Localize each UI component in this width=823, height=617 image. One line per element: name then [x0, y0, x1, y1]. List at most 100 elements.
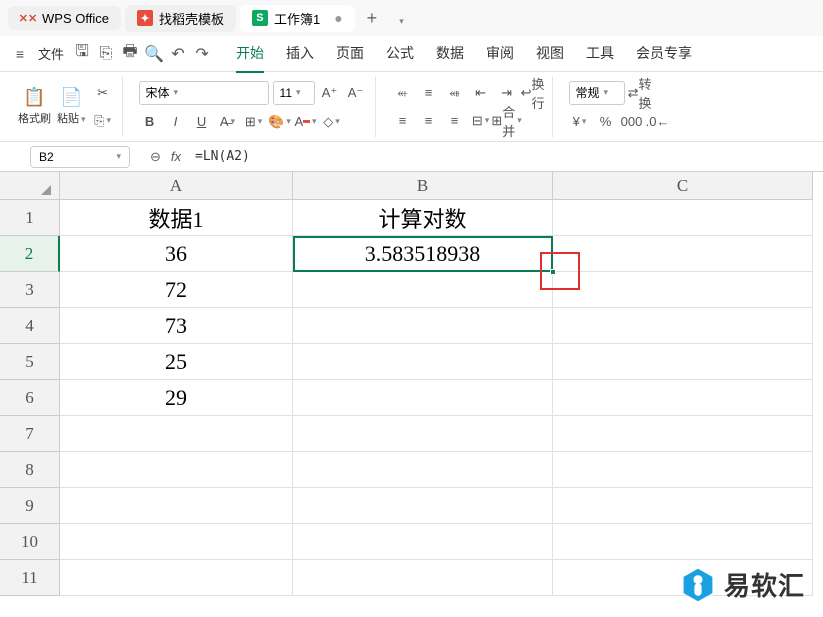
col-header-c[interactable]: C [553, 172, 813, 200]
font-color-button[interactable]: A [295, 111, 317, 133]
row-header[interactable]: 10 [0, 524, 60, 560]
align-bottom-button[interactable]: ⬵ [444, 82, 466, 104]
cell[interactable] [60, 488, 293, 524]
cancel-formula-icon[interactable]: ⊖ [150, 149, 161, 165]
increase-font-button[interactable]: A⁺ [319, 82, 341, 104]
row-header[interactable]: 9 [0, 488, 60, 524]
wrap-text-button[interactable]: ↩换行 [522, 82, 544, 104]
cell-b1[interactable]: 计算对数 [293, 200, 553, 236]
cell-a4[interactable]: 73 [60, 308, 293, 344]
strikethrough-button[interactable]: A̶ [217, 111, 239, 133]
font-size-select[interactable]: 11 ▾ [273, 81, 315, 105]
col-header-a[interactable]: A [60, 172, 293, 200]
app-home-tab[interactable]: ✕✕ WPS Office [8, 6, 121, 30]
row-header[interactable]: 5 [0, 344, 60, 380]
row-header[interactable]: 3 [0, 272, 60, 308]
cell[interactable] [60, 524, 293, 560]
cell[interactable] [293, 452, 553, 488]
cut-button[interactable]: ✂ [92, 82, 114, 104]
row-header[interactable]: 7 [0, 416, 60, 452]
file-menu[interactable]: 文件 [34, 44, 68, 63]
paste-button[interactable]: 📄 粘贴 [57, 87, 86, 126]
cell-b3[interactable] [293, 272, 553, 308]
cell[interactable] [60, 560, 293, 596]
cell[interactable] [553, 524, 813, 560]
tab-review[interactable]: 审阅 [486, 35, 514, 73]
fx-icon[interactable]: fx [171, 149, 181, 164]
tab-formula[interactable]: 公式 [386, 35, 414, 73]
row-header[interactable]: 2 [0, 236, 60, 272]
name-box[interactable]: B2 ▾ [30, 146, 130, 168]
cell-a5[interactable]: 25 [60, 344, 293, 380]
col-header-b[interactable]: B [293, 172, 553, 200]
cell-b2[interactable]: 3.583518938 [293, 236, 553, 272]
row-header[interactable]: 11 [0, 560, 60, 596]
cell[interactable] [293, 560, 553, 596]
preview-icon[interactable]: 🔍 [144, 44, 164, 64]
tab-page[interactable]: 页面 [336, 35, 364, 73]
copy-button[interactable]: ⎘ [92, 110, 114, 132]
font-name-select[interactable]: 宋体 ▾ [139, 81, 269, 105]
cell-c3[interactable] [553, 272, 813, 308]
number-format-select[interactable]: 常规 ▾ [569, 81, 625, 105]
print-icon[interactable]: 🖶 [120, 44, 140, 64]
select-all-corner[interactable] [0, 172, 60, 200]
cell[interactable] [60, 452, 293, 488]
comma-button[interactable]: 000 [621, 111, 643, 133]
redo-icon[interactable]: ↷ [192, 44, 212, 64]
tab-member[interactable]: 会员专享 [636, 35, 692, 73]
cell[interactable] [293, 488, 553, 524]
tab-view[interactable]: 视图 [536, 35, 564, 73]
cell-b4[interactable] [293, 308, 553, 344]
fill-handle[interactable] [550, 269, 556, 275]
decrease-decimal-button[interactable]: .0← [647, 111, 669, 133]
row-header[interactable]: 1 [0, 200, 60, 236]
cell-a3[interactable]: 72 [60, 272, 293, 308]
cell-a2[interactable]: 36 [60, 236, 293, 272]
convert-button[interactable]: ⇄转换 [629, 82, 651, 104]
percent-button[interactable]: % [595, 111, 617, 133]
row-header[interactable]: 8 [0, 452, 60, 488]
cells-area[interactable]: 数据1 计算对数 36 3.583518938 72 73 25 29 [60, 200, 813, 596]
decrease-indent-button[interactable]: ⇤ [470, 82, 492, 104]
cell-b5[interactable] [293, 344, 553, 380]
cell-c2[interactable] [553, 236, 813, 272]
border-button[interactable]: ⊞ [243, 111, 265, 133]
row-header[interactable]: 6 [0, 380, 60, 416]
increase-indent-button[interactable]: ⇥ [496, 82, 518, 104]
tab-tools[interactable]: 工具 [586, 35, 614, 73]
format-painter-button[interactable]: 📋 格式刷 [18, 87, 51, 126]
docer-tab[interactable]: ✦ 找稻壳模板 [125, 5, 236, 32]
cell-c5[interactable] [553, 344, 813, 380]
fill-color-button[interactable]: 🎨 [269, 111, 291, 133]
tab-home[interactable]: 开始 [236, 35, 264, 73]
align-center-button[interactable]: ≡ [418, 110, 440, 132]
cell[interactable] [553, 416, 813, 452]
cell-c4[interactable] [553, 308, 813, 344]
cell-c1[interactable] [553, 200, 813, 236]
cell[interactable] [293, 416, 553, 452]
cell[interactable] [553, 452, 813, 488]
cell[interactable] [60, 416, 293, 452]
tab-list-button[interactable] [389, 8, 412, 29]
underline-button[interactable]: U [191, 111, 213, 133]
cell-c6[interactable] [553, 380, 813, 416]
cell[interactable] [293, 524, 553, 560]
cell-b6[interactable] [293, 380, 553, 416]
cell[interactable] [553, 488, 813, 524]
clear-format-button[interactable]: ◇ [321, 111, 343, 133]
new-tab-button[interactable]: + [359, 8, 386, 29]
bold-button[interactable]: B [139, 111, 161, 133]
merge-cells-button[interactable]: ⊞合并 [496, 110, 518, 132]
formula-input[interactable]: =LN(A2) [191, 149, 250, 164]
export-icon[interactable]: ⎘ [96, 44, 116, 64]
workbook-tab[interactable]: S 工作簿1 ● [240, 5, 355, 32]
cell-a6[interactable]: 29 [60, 380, 293, 416]
tab-data[interactable]: 数据 [436, 35, 464, 73]
tab-insert[interactable]: 插入 [286, 35, 314, 73]
distribute-button[interactable]: ⊟ [470, 110, 492, 132]
align-left-button[interactable]: ≡ [392, 110, 414, 132]
decrease-font-button[interactable]: A⁻ [345, 82, 367, 104]
row-header[interactable]: 4 [0, 308, 60, 344]
hamburger-icon[interactable]: ≡ [10, 44, 30, 64]
